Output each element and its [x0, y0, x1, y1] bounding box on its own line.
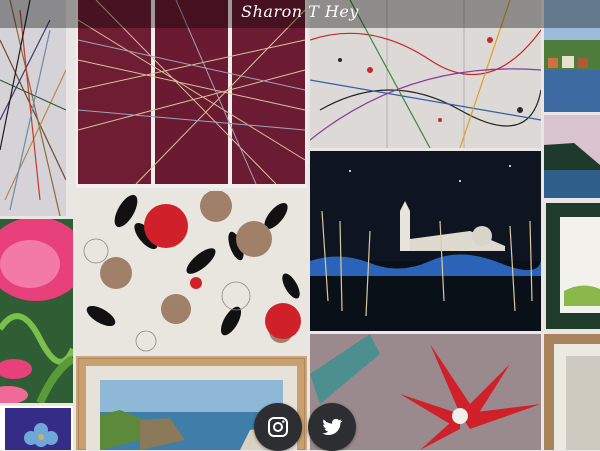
artwork-framed-green-mat[interactable]: [544, 201, 600, 331]
artwork-floral-print[interactable]: [76, 191, 307, 353]
artwork-venice-night[interactable]: [310, 151, 541, 331]
artwork-pink-flower[interactable]: [0, 219, 73, 403]
artwork-maroon-triptych[interactable]: [76, 0, 307, 188]
artwork-purple-flower[interactable]: [0, 406, 73, 450]
site-logo[interactable]: Sharon T Hey: [0, 2, 600, 21]
instagram-icon: [268, 417, 288, 437]
instagram-button[interactable]: [254, 403, 302, 451]
twitter-button[interactable]: [308, 403, 356, 451]
artwork-framed-wood[interactable]: [544, 334, 600, 450]
site-header: Sharon T Hey: [0, 0, 600, 28]
artwork-splatter-abstract-left[interactable]: [0, 0, 66, 216]
artwork-cliffs-seascape[interactable]: [544, 115, 600, 198]
twitter-icon: [322, 418, 343, 435]
